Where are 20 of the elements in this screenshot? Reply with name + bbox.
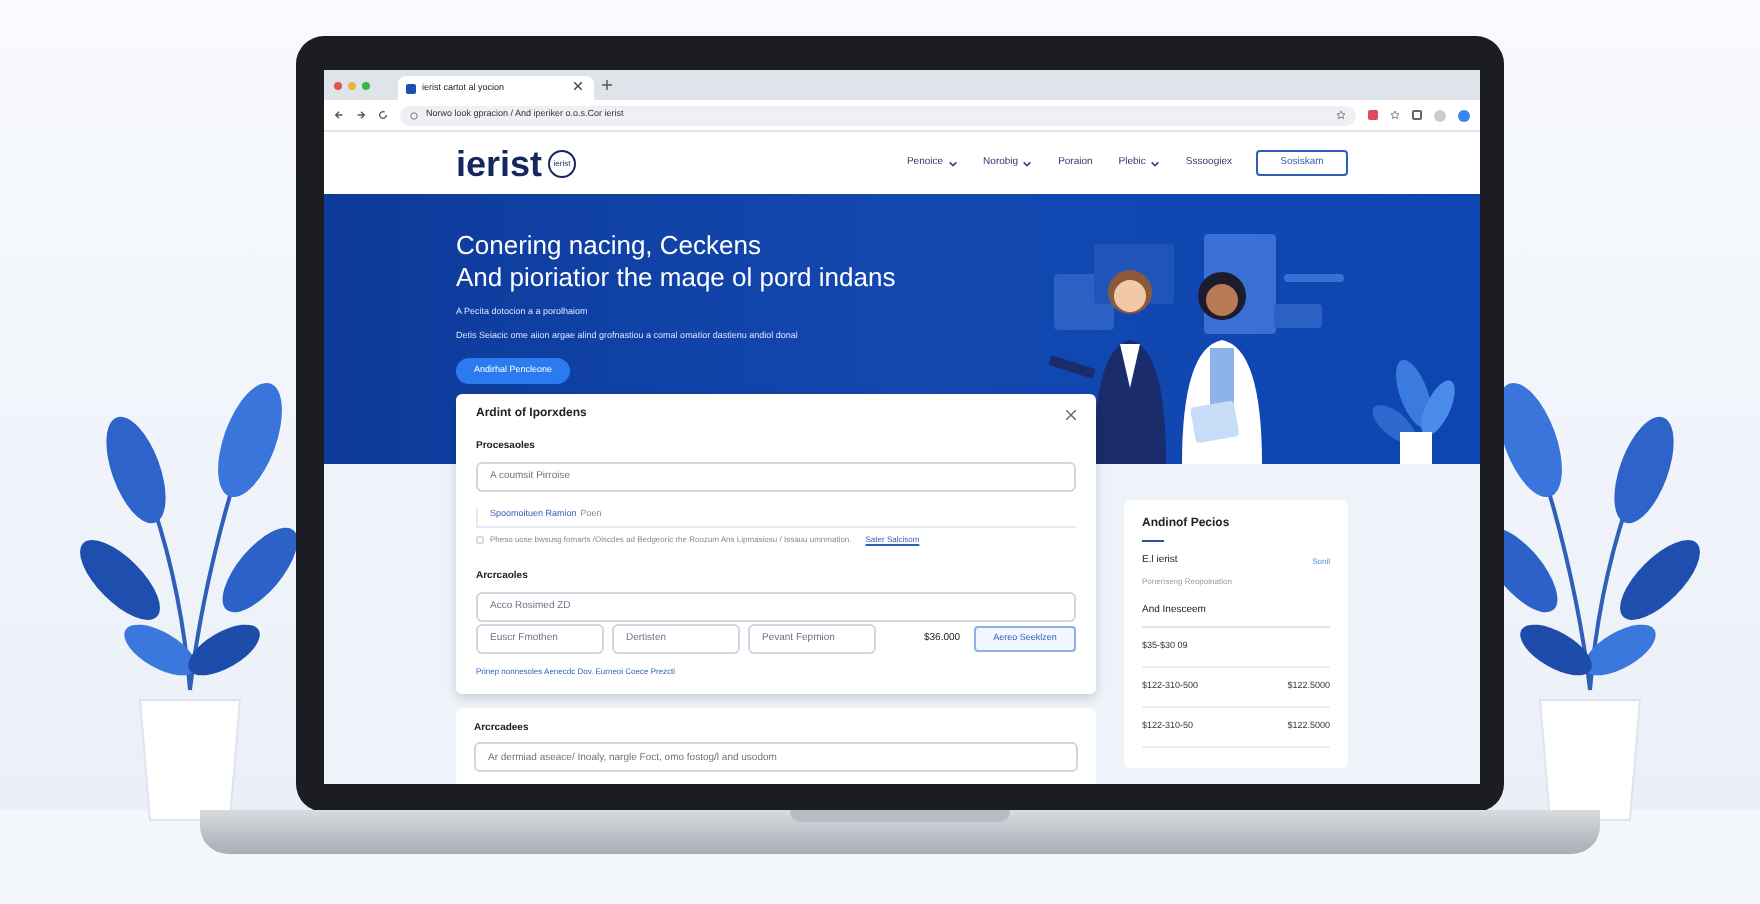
chevron-down-icon xyxy=(1022,159,1033,167)
consent-checkbox[interactable] xyxy=(476,536,484,545)
hero-title: Conering nacing, Ceckens And pioriatior the maqe ol pord indans xyxy=(456,230,896,294)
title-underline xyxy=(1142,540,1164,542)
browser-logo-icon[interactable] xyxy=(1458,109,1470,121)
star-icon[interactable] xyxy=(1336,110,1346,120)
site-logo[interactable]: ierist xyxy=(456,145,543,181)
window-icon[interactable] xyxy=(1412,110,1422,120)
chevron-down-icon xyxy=(1149,159,1160,167)
reload-icon[interactable] xyxy=(378,110,388,120)
star-icon[interactable] xyxy=(1390,110,1400,120)
chevron-down-icon xyxy=(947,159,958,167)
site-favicon xyxy=(406,83,416,93)
close-icon[interactable] xyxy=(1066,410,1076,420)
close-icon[interactable] xyxy=(574,81,582,89)
back-arrow-icon[interactable] xyxy=(334,110,344,120)
plus-icon[interactable] xyxy=(602,80,612,90)
forward-arrow-icon[interactable] xyxy=(356,110,366,120)
extension-icon[interactable] xyxy=(1368,110,1378,120)
info-icon xyxy=(410,111,418,119)
